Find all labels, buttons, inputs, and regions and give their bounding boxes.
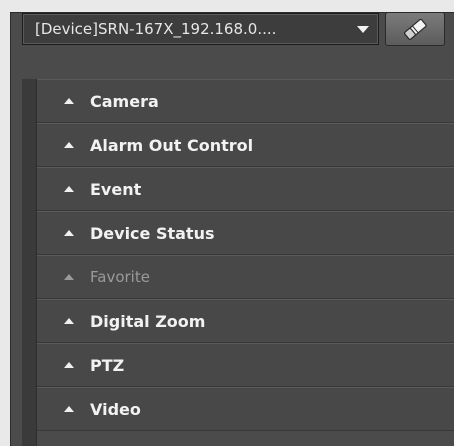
- panel-item-label: Video: [90, 399, 141, 419]
- panel-item-ptz[interactable]: PTZ: [37, 343, 454, 387]
- panel-item-camera[interactable]: Camera: [37, 79, 454, 123]
- expand-arrow-icon: [64, 406, 74, 412]
- panel-item-label: Digital Zoom: [90, 311, 206, 331]
- panel-item-label: PTZ: [90, 355, 125, 375]
- panel-left-strip: [22, 79, 37, 446]
- panel-item-label: Camera: [90, 91, 159, 111]
- panel-item-digital-zoom[interactable]: Digital Zoom: [37, 299, 454, 343]
- panel-item-label: Device Status: [90, 223, 215, 243]
- chevron-down-icon[interactable]: [357, 25, 369, 33]
- expand-arrow-icon: [64, 230, 74, 236]
- panel-list: Camera Alarm Out Control Event Device St…: [37, 79, 454, 431]
- expand-arrow-icon: [64, 186, 74, 192]
- panel-item-label: Favorite: [90, 268, 150, 286]
- expand-arrow-icon: [64, 274, 74, 280]
- expand-arrow-icon: [64, 142, 74, 148]
- expand-arrow-icon: [64, 98, 74, 104]
- panel-item-label: Alarm Out Control: [90, 135, 254, 155]
- device-dropdown-value: [Device]SRN-167X_192.168.0....: [35, 20, 277, 38]
- panel-item-event[interactable]: Event: [37, 167, 454, 211]
- eraser-button[interactable]: [385, 12, 445, 46]
- eraser-icon: [404, 18, 427, 40]
- expand-arrow-icon: [64, 362, 74, 368]
- panel-item-alarm-out-control[interactable]: Alarm Out Control: [37, 123, 454, 167]
- panel-item-video[interactable]: Video: [37, 387, 454, 431]
- panel-item-device-status[interactable]: Device Status: [37, 211, 454, 255]
- expand-arrow-icon: [64, 318, 74, 324]
- device-dropdown[interactable]: [Device]SRN-167X_192.168.0....: [22, 13, 379, 45]
- panel-item-label: Event: [90, 179, 142, 199]
- panel-item-favorite: Favorite: [37, 255, 454, 299]
